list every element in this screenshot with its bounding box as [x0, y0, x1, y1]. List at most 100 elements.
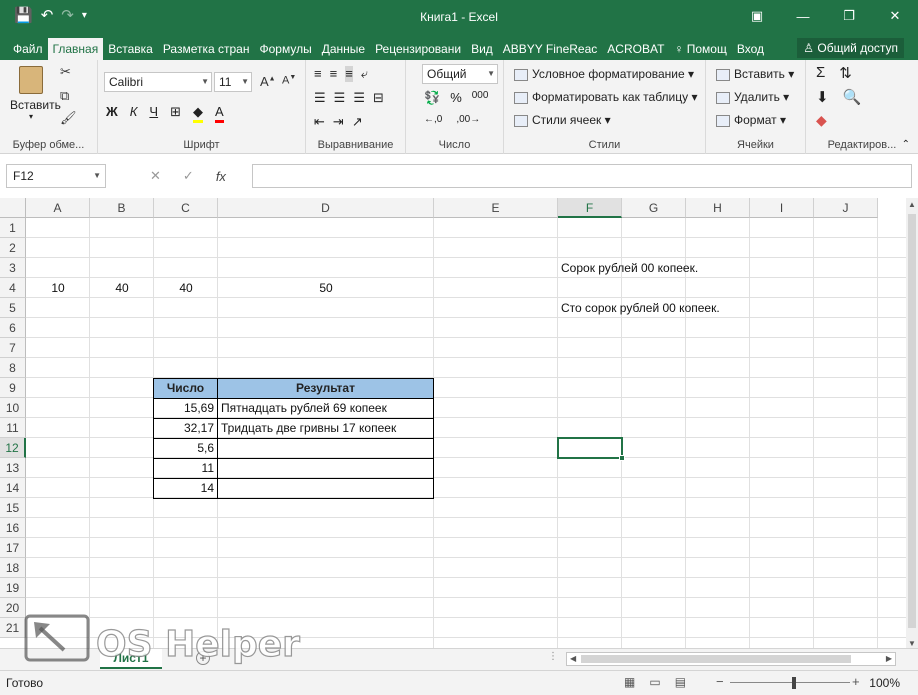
worksheet-grid[interactable]: A B C D E F G H I J 1 2 3 4 5 6 7 8 9 10 11 12 13 14 15 16 17 18 19 2… — [0, 198, 906, 650]
row-header-9[interactable]: 9 — [0, 378, 26, 398]
increase-indent-icon[interactable]: ⇥ — [333, 114, 344, 130]
find-select-icon[interactable]: 🔍 — [843, 88, 862, 106]
row-header-3[interactable]: 3 — [0, 258, 26, 278]
row-header-14[interactable]: 14 — [0, 478, 26, 498]
align-bottom-icon[interactable]: ≡ — [345, 66, 353, 82]
table-number-cell[interactable]: 32,17 — [154, 418, 218, 438]
align-left-icon[interactable]: ☰ — [314, 90, 326, 106]
tab-view[interactable]: Вид — [466, 38, 498, 60]
underline-button[interactable]: Ч — [149, 104, 158, 123]
tab-review[interactable]: Рецензировани — [370, 38, 466, 60]
cell-a4[interactable]: 10 — [26, 278, 90, 298]
fill-icon[interactable]: ⬇ — [816, 88, 829, 106]
normal-view-icon[interactable]: ▦ — [624, 675, 635, 689]
orientation-icon[interactable]: ↗ — [352, 114, 363, 130]
insert-function-icon[interactable]: fx — [216, 169, 226, 184]
cell-d4[interactable]: 50 — [218, 278, 434, 298]
currency-icon[interactable]: 💱 — [424, 90, 440, 106]
name-box[interactable]: F12 ▼ — [6, 164, 106, 188]
horizontal-scroll-thumb[interactable] — [581, 655, 851, 663]
sort-filter-icon[interactable]: ⇅ — [839, 64, 852, 82]
cancel-icon[interactable]: ✕ — [150, 168, 161, 184]
cell-b4[interactable]: 40 — [90, 278, 154, 298]
tab-data[interactable]: Данные — [317, 38, 370, 60]
formula-input[interactable] — [252, 164, 912, 188]
font-size-combo[interactable]: 11 ▼ — [214, 72, 252, 92]
column-header-a[interactable]: A — [26, 198, 90, 218]
row-header-20[interactable]: 20 — [0, 598, 26, 618]
number-format-combo[interactable]: Общий ▼ — [422, 64, 498, 84]
merge-center-icon[interactable]: ⊟ — [373, 90, 384, 106]
page-break-view-icon[interactable]: ▤ — [675, 675, 686, 689]
row-header-12[interactable]: 12 — [0, 438, 26, 458]
increase-decimal-icon[interactable]: ←,0 — [424, 114, 442, 125]
ribbon-display-options-icon[interactable]: ▣ — [734, 0, 780, 32]
collapse-ribbon-icon[interactable]: ⌃ — [902, 139, 910, 150]
align-center-icon[interactable]: ☰ — [334, 90, 346, 106]
row-header-13[interactable]: 13 — [0, 458, 26, 478]
decrease-font-icon[interactable]: A▼ — [282, 74, 296, 87]
row-header-8[interactable]: 8 — [0, 358, 26, 378]
copy-icon[interactable]: ⧉ — [60, 88, 69, 104]
fill-handle[interactable] — [619, 455, 625, 461]
bold-button[interactable]: Ж — [106, 104, 118, 123]
tab-page-layout[interactable]: Разметка стран — [158, 38, 255, 60]
clear-icon[interactable]: ◆ — [816, 112, 827, 129]
tab-formulas[interactable]: Формулы — [254, 38, 316, 60]
enter-icon[interactable]: ✓ — [183, 168, 194, 184]
table-number-cell[interactable]: 14 — [154, 478, 218, 498]
tab-sign-in[interactable]: Вход — [732, 38, 769, 60]
column-header-d[interactable]: D — [218, 198, 434, 218]
vertical-scroll-thumb[interactable] — [908, 214, 916, 628]
decrease-indent-icon[interactable]: ⇤ — [314, 114, 325, 130]
align-top-icon[interactable]: ≡ — [314, 66, 322, 82]
format-painter-icon[interactable]: 🖌 — [60, 110, 77, 126]
italic-button[interactable]: К — [130, 104, 138, 123]
wrap-text-icon[interactable]: ⤶ — [361, 66, 368, 82]
vertical-scrollbar[interactable]: ▲ ▼ — [906, 198, 918, 650]
share-button[interactable]: ♙ Общий доступ — [797, 38, 904, 58]
tab-home[interactable]: Главная — [47, 38, 104, 60]
sheet-tab-list1[interactable]: Лист1 — [100, 649, 162, 669]
cell-f3[interactable]: Сорок рублей 00 копеек. — [558, 258, 858, 278]
conditional-formatting-button[interactable]: Условное форматирование ▾ — [514, 67, 694, 81]
row-header-21[interactable]: 21 — [0, 618, 26, 638]
cell-styles-button[interactable]: Стили ячеек ▾ — [514, 113, 611, 127]
row-header-11[interactable]: 11 — [0, 418, 26, 438]
zoom-out-button[interactable]: − — [716, 674, 724, 689]
table-number-cell[interactable]: 5,6 — [154, 438, 218, 458]
scroll-left-icon[interactable]: ◀ — [570, 653, 576, 665]
thousands-button[interactable]: 000 — [472, 90, 489, 106]
column-header-j[interactable]: J — [814, 198, 878, 218]
select-all-corner[interactable] — [0, 198, 26, 218]
cell-c4[interactable]: 40 — [154, 278, 218, 298]
paste-button[interactable]: Вставить ▾ — [10, 66, 61, 121]
tab-file[interactable]: Файл — [8, 38, 48, 60]
row-header-18[interactable]: 18 — [0, 558, 26, 578]
row-header-10[interactable]: 10 — [0, 398, 26, 418]
close-button[interactable]: ✕ — [872, 0, 918, 32]
tab-split-handle[interactable]: ⋮ — [548, 651, 558, 662]
borders-icon[interactable]: ⊞ — [170, 104, 181, 123]
format-cells-button[interactable]: Формат ▾ — [716, 113, 786, 127]
table-number-cell[interactable]: 11 — [154, 458, 218, 478]
row-header-4[interactable]: 4 — [0, 278, 26, 298]
delete-cells-button[interactable]: Удалить ▾ — [716, 90, 789, 104]
row-header-15[interactable]: 15 — [0, 498, 26, 518]
table-result-cell[interactable]: Пятнадцать рублей 69 копеек — [218, 398, 434, 418]
font-color-icon[interactable]: A — [215, 104, 224, 123]
zoom-level[interactable]: 100% — [869, 676, 900, 690]
fill-color-icon[interactable]: ◆ — [193, 104, 203, 123]
column-header-c[interactable]: C — [154, 198, 218, 218]
row-header-16[interactable]: 16 — [0, 518, 26, 538]
table-result-cell[interactable]: Тридцать две гривны 17 копеек — [218, 418, 434, 438]
row-header-19[interactable]: 19 — [0, 578, 26, 598]
column-header-i[interactable]: I — [750, 198, 814, 218]
percent-button[interactable]: % — [450, 90, 462, 106]
column-header-f[interactable]: F — [558, 198, 622, 218]
restore-button[interactable]: ❐ — [826, 0, 872, 32]
column-header-b[interactable]: B — [90, 198, 154, 218]
tab-abbyy[interactable]: ABBYY FineReac — [498, 38, 603, 60]
table-result-cell[interactable] — [218, 478, 434, 498]
horizontal-scrollbar[interactable]: ◀ ▶ — [566, 652, 896, 666]
